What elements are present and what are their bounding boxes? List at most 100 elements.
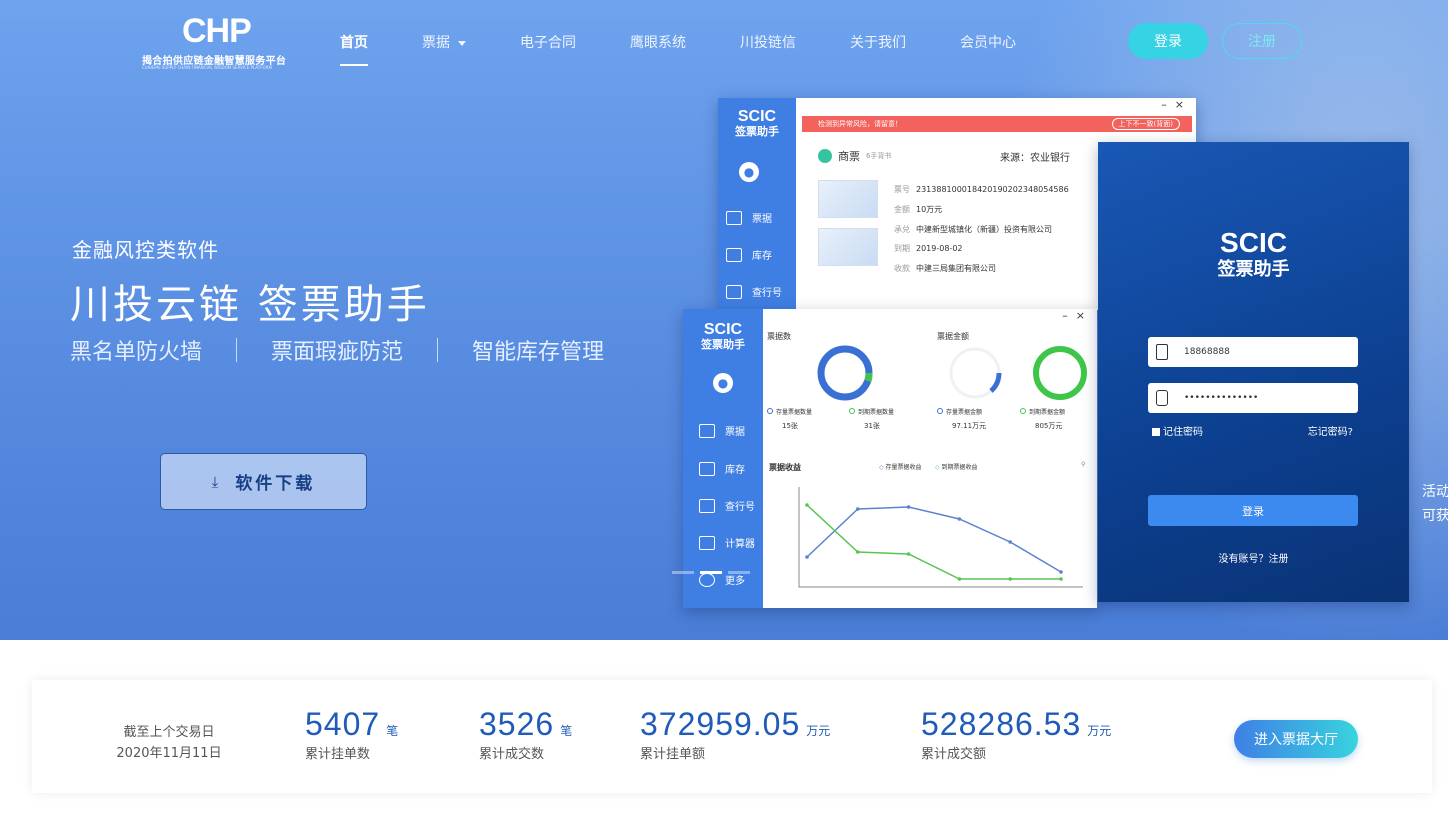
- app-brand-mark: SCIC: [703, 321, 743, 338]
- nav-eagle-eye[interactable]: 鹰眼系统: [630, 24, 686, 60]
- window-controls[interactable]: –×: [1161, 98, 1192, 111]
- app-brand-mark: SCIC: [737, 108, 777, 125]
- ticket-front-thumbnail[interactable]: [818, 180, 878, 218]
- nav-member-center[interactable]: 会员中心: [960, 24, 1016, 60]
- sidebar-item-label: 计算器: [725, 539, 755, 550]
- field-label: 到期: [894, 244, 910, 253]
- edge-promo-line: 活动: [1422, 484, 1448, 500]
- stat-label: 累计成交额: [921, 747, 987, 762]
- app-brand-sub: 签票助手: [735, 126, 779, 138]
- legend-dot-icon: [767, 408, 773, 414]
- site-logo[interactable]: CHP 揭合拍供应链金融智慧服务平台 CUIHEPAI SUPPLY CHAIN…: [142, 12, 302, 72]
- nav-about[interactable]: 关于我们: [850, 24, 906, 60]
- app-sidebar: SCIC 签票助手 ● 票据 库存 查行号 计算器 更多: [683, 309, 763, 608]
- bill-icon: [699, 423, 715, 438]
- avatar-icon[interactable]: ●: [739, 162, 759, 182]
- edge-promo-text: 活动 可获: [1422, 480, 1448, 528]
- sidebar-item-calculator[interactable]: 计算器: [699, 535, 755, 550]
- nav-chuantou-chain[interactable]: 川投链信: [740, 24, 796, 60]
- logo-mark: CHP: [182, 12, 252, 50]
- ticket-field: 金额 10万元: [894, 204, 942, 215]
- data-point: [856, 507, 860, 511]
- stat-value: 3526: [479, 706, 555, 742]
- field-value: 中建三局集团有限公司: [916, 264, 996, 273]
- app-window-login: SCIC 签票助手 记住密码 忘记密码? 登录 没有账号？注册: [1098, 142, 1409, 602]
- ring-label-text: 存量票据数量: [776, 409, 813, 416]
- ring-label: 到期票据金额: [1020, 407, 1065, 416]
- remember-password-checkbox[interactable]: 记住密码: [1152, 423, 1203, 438]
- field-label: 票号: [894, 185, 910, 194]
- nav-e-contract[interactable]: 电子合同: [520, 24, 576, 60]
- sidebar-item-label: 更多: [725, 576, 745, 587]
- app-brand: SCIC 签票助手: [683, 321, 763, 352]
- chart-tools-icon[interactable]: ⚲: [1081, 461, 1085, 468]
- sidebar-item-bills[interactable]: 票据: [699, 423, 745, 438]
- carousel-dot-active[interactable]: [700, 571, 722, 574]
- sidebar-item-more[interactable]: 更多: [699, 572, 745, 587]
- login-button[interactable]: 登录: [1128, 23, 1208, 59]
- register-button[interactable]: 注册: [1222, 23, 1302, 59]
- field-value: 中建新型城镇化（新疆）投资有限公司: [916, 225, 1052, 234]
- calculator-icon: [699, 535, 715, 550]
- ticket-back-thumbnail[interactable]: [818, 228, 878, 266]
- app-register-link[interactable]: 没有账号？注册: [1098, 550, 1409, 565]
- stat-label: 累计挂单额: [640, 747, 706, 762]
- sidebar-item-bank-lookup[interactable]: 查行号: [699, 498, 755, 513]
- enter-bill-hall-button[interactable]: 进入票据大厅: [1234, 720, 1358, 758]
- chevron-down-icon: [458, 40, 466, 46]
- nav-bills[interactable]: 票据: [422, 24, 466, 60]
- phone-input[interactable]: [1148, 337, 1358, 367]
- sidebar-item-bills[interactable]: 票据: [726, 210, 772, 225]
- data-point: [957, 577, 962, 581]
- ticket-field: 收款 中建三局集团有限公司: [894, 263, 996, 274]
- field-value: 231388100018420190202348054586: [916, 185, 1069, 194]
- app-brand: SCIC 签票助手: [718, 108, 796, 139]
- ring-value: 97.11万元: [952, 422, 987, 430]
- sidebar-item-label: 票据: [752, 214, 772, 225]
- box-icon: [699, 461, 715, 476]
- ring-label-text: 到期票据数量: [858, 409, 895, 416]
- forgot-password-link[interactable]: 忘记密码?: [1308, 423, 1353, 438]
- carousel-dot[interactable]: [672, 571, 694, 574]
- ring-due-amount: [1033, 346, 1087, 400]
- password-input[interactable]: [1148, 383, 1358, 413]
- search-doc-icon: [699, 498, 715, 513]
- stat-label: 累计挂单数: [305, 747, 371, 762]
- ring-stock-amount-arc: [989, 372, 1002, 393]
- more-icon: [699, 572, 715, 587]
- nav-home[interactable]: 首页: [340, 24, 368, 66]
- sidebar-item-inventory[interactable]: 库存: [699, 461, 745, 476]
- legend-diamond-icon: ◇: [879, 464, 884, 471]
- chart-legend-stock: ◇ 存量票据收益: [879, 462, 922, 471]
- count-title: 票据数: [767, 332, 791, 341]
- app-login-button[interactable]: 登录: [1148, 495, 1358, 526]
- data-point: [805, 555, 809, 559]
- download-icon: ⤓: [211, 472, 222, 491]
- legend-dot-icon: [1020, 408, 1026, 414]
- stat-unit: 笔: [560, 724, 573, 738]
- field-label: 收款: [894, 264, 910, 273]
- edge-promo-line: 可获: [1422, 508, 1448, 524]
- ring-value: 15张: [782, 422, 798, 430]
- phone-icon: [1156, 344, 1168, 360]
- data-point: [906, 552, 911, 556]
- sidebar-item-label: 库存: [752, 251, 772, 262]
- remember-label: 记住密码: [1163, 427, 1203, 438]
- app-sidebar: SCIC 签票助手 ● 票据 库存 查行号: [718, 98, 796, 310]
- hero-subtitle: 金融风控类软件: [72, 238, 219, 262]
- series-line: [806, 504, 1061, 580]
- sidebar-item-bank-lookup[interactable]: 查行号: [726, 284, 782, 299]
- carousel-dot[interactable]: [728, 571, 750, 574]
- bill-icon: [726, 210, 742, 225]
- carousel-indicators: [672, 571, 756, 574]
- stat-unit: 万元: [806, 724, 831, 738]
- login-brand-mark: SCIC: [1220, 227, 1287, 258]
- window-controls[interactable]: –×: [1062, 309, 1093, 322]
- software-download-button[interactable]: ⤓ 软件下载: [160, 453, 367, 510]
- avatar-icon[interactable]: ●: [713, 373, 733, 393]
- sidebar-item-inventory[interactable]: 库存: [726, 247, 772, 262]
- ticket-field: 到期 2019-08-02: [894, 243, 963, 254]
- risk-alert-tag[interactable]: 上下不一致(背面): [1111, 118, 1180, 130]
- data-point: [856, 550, 860, 554]
- ticket-type-icon: [818, 149, 832, 163]
